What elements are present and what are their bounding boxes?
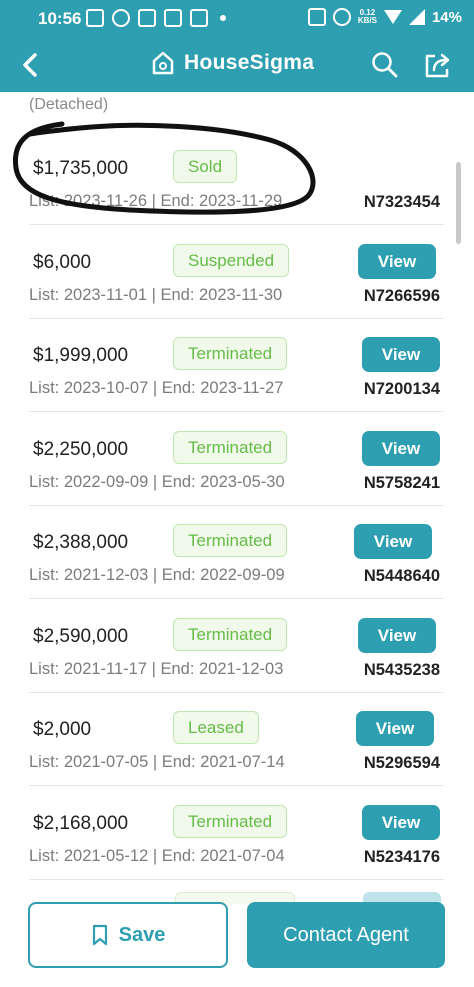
status-badge: Terminated <box>173 804 288 838</box>
status-time: 10:56 <box>38 9 82 28</box>
listing-price: $1,735,000 <box>33 158 129 179</box>
mls-number: N5296594 <box>363 754 440 772</box>
alarm-icon <box>332 8 351 26</box>
listing-dates: List: 2021-11-17 | End: 2021-12-03 <box>29 659 284 678</box>
nfc-icon <box>307 8 326 26</box>
listing-dates: List: 2021-05-12 | End: 2021-07-04 <box>29 846 285 865</box>
view-button[interactable]: View <box>362 804 440 840</box>
listing-row[interactable]: $2,000 Leased List: 2021-07-05 | End: 2021… <box>29 693 444 786</box>
listing-price: $2,250,000 <box>33 438 129 460</box>
mls-number: N7200134 <box>363 380 440 398</box>
status-badge: Terminated <box>173 524 288 557</box>
view-button[interactable]: View <box>354 524 432 559</box>
status-badge: Sold <box>173 150 238 183</box>
mls-number: N5435238 <box>363 660 440 679</box>
teams-icon <box>190 9 208 27</box>
listing-dates: List: 2023-11-26 | End: 2023-11-29 <box>29 192 283 210</box>
app-title: HouseSigma <box>184 51 315 74</box>
wifi-icon <box>383 10 402 24</box>
listing-history: ‑ ‑ ‑ ‑ ‑ ‑ ‑ ‑ ‑ ‑ ‑ ‑ ‑ (Detached) $1,… <box>0 92 474 892</box>
listing-dates: List: 2023-10-07 | End: 2023-11-27 <box>29 379 284 397</box>
view-button[interactable]: View <box>362 430 440 466</box>
share-button[interactable] <box>422 50 454 80</box>
search-button[interactable] <box>370 50 400 80</box>
status-badge: Leased <box>173 711 259 744</box>
back-button[interactable] <box>14 50 46 80</box>
listing-row[interactable]: $1,735,000 Sold List: 2023-11-26 | End: 20… <box>29 132 444 225</box>
status-bar: 10:56 0.12 KB/S 14% <box>0 0 474 38</box>
app-header: HouseSigma <box>0 38 474 92</box>
view-button[interactable]: View <box>358 243 436 279</box>
status-badge: Terminated <box>173 430 288 464</box>
listing-price: $2,000 <box>33 719 92 740</box>
app-notification-icon <box>86 9 104 27</box>
search-icon <box>372 52 398 78</box>
mls-number: N5234176 <box>363 847 440 866</box>
battery-level: 14% <box>431 8 462 26</box>
notification-icons <box>86 9 226 27</box>
listing-row[interactable]: $2,590,000 Terminated List: 2021-11-17 | E… <box>29 600 444 693</box>
home-logo-icon <box>152 51 174 75</box>
listing-row[interactable]: $2,388,000 Terminated List: 2021-12-03 | E… <box>29 506 444 599</box>
gmail-icon <box>138 9 156 27</box>
listing-dates: List: 2021-12-03 | End: 2022-09-09 <box>29 566 285 584</box>
mls-number: N7266596 <box>363 286 440 305</box>
bookmark-icon <box>92 924 107 946</box>
mls-number: N5448640 <box>363 567 440 585</box>
status-badge: Terminated <box>173 337 288 370</box>
share-icon <box>425 53 450 78</box>
mls-number: N5758241 <box>363 473 440 492</box>
view-button[interactable]: View <box>356 711 434 746</box>
listing-price: $6,000 <box>33 251 92 273</box>
listing-row[interactable]: $2,250,000 Terminated List: 2022-09-09 | E… <box>29 413 444 506</box>
network-speed: 0.12 KB/S <box>357 8 377 25</box>
mls-number: N7323454 <box>363 193 440 211</box>
save-label: Save <box>118 923 166 946</box>
listing-dates: List: 2023-11-01 | End: 2023-11-30 <box>29 285 283 304</box>
back-arrow-icon <box>23 53 37 77</box>
listing-price: $1,999,000 <box>33 345 129 366</box>
listing-row[interactable]: $6,000 Suspended List: 2023-11-01 | End: 2… <box>29 226 444 319</box>
listing-price: $2,388,000 <box>33 532 129 553</box>
system-icons: 0.12 KB/S 14% <box>307 8 462 26</box>
scrollbar[interactable] <box>456 162 461 244</box>
listing-row[interactable]: $1,999,000 Terminated List: 2023-10-07 | E… <box>29 319 444 412</box>
listing-price: $2,168,000 <box>33 812 129 834</box>
view-button[interactable]: View <box>358 617 436 653</box>
signal-icon <box>408 9 425 25</box>
listing-row[interactable]: $2,168,000 Terminated List: 2021-05-12 | E… <box>29 787 444 880</box>
listing-price: $2,590,000 <box>33 625 129 647</box>
listing-dates: List: 2021-07-05 | End: 2021-07-14 <box>29 753 285 771</box>
save-button[interactable]: Save <box>28 902 228 968</box>
contact-agent-button[interactable]: Contact Agent <box>247 902 445 968</box>
status-badge: Terminated <box>173 617 288 651</box>
status-badge: Suspended <box>173 243 290 277</box>
bottom-action-bar: Save Contact Agent <box>0 880 474 987</box>
brand: HouseSigma <box>150 50 314 76</box>
property-type: (Detached) <box>29 96 109 113</box>
outlook-icon <box>164 9 182 27</box>
view-button[interactable]: View <box>362 337 440 372</box>
listing-dates: List: 2022-09-09 | End: 2023-05-30 <box>29 472 285 491</box>
partial-row <box>29 880 444 904</box>
more-notifications-icon <box>220 15 226 21</box>
timer-icon <box>112 9 130 27</box>
